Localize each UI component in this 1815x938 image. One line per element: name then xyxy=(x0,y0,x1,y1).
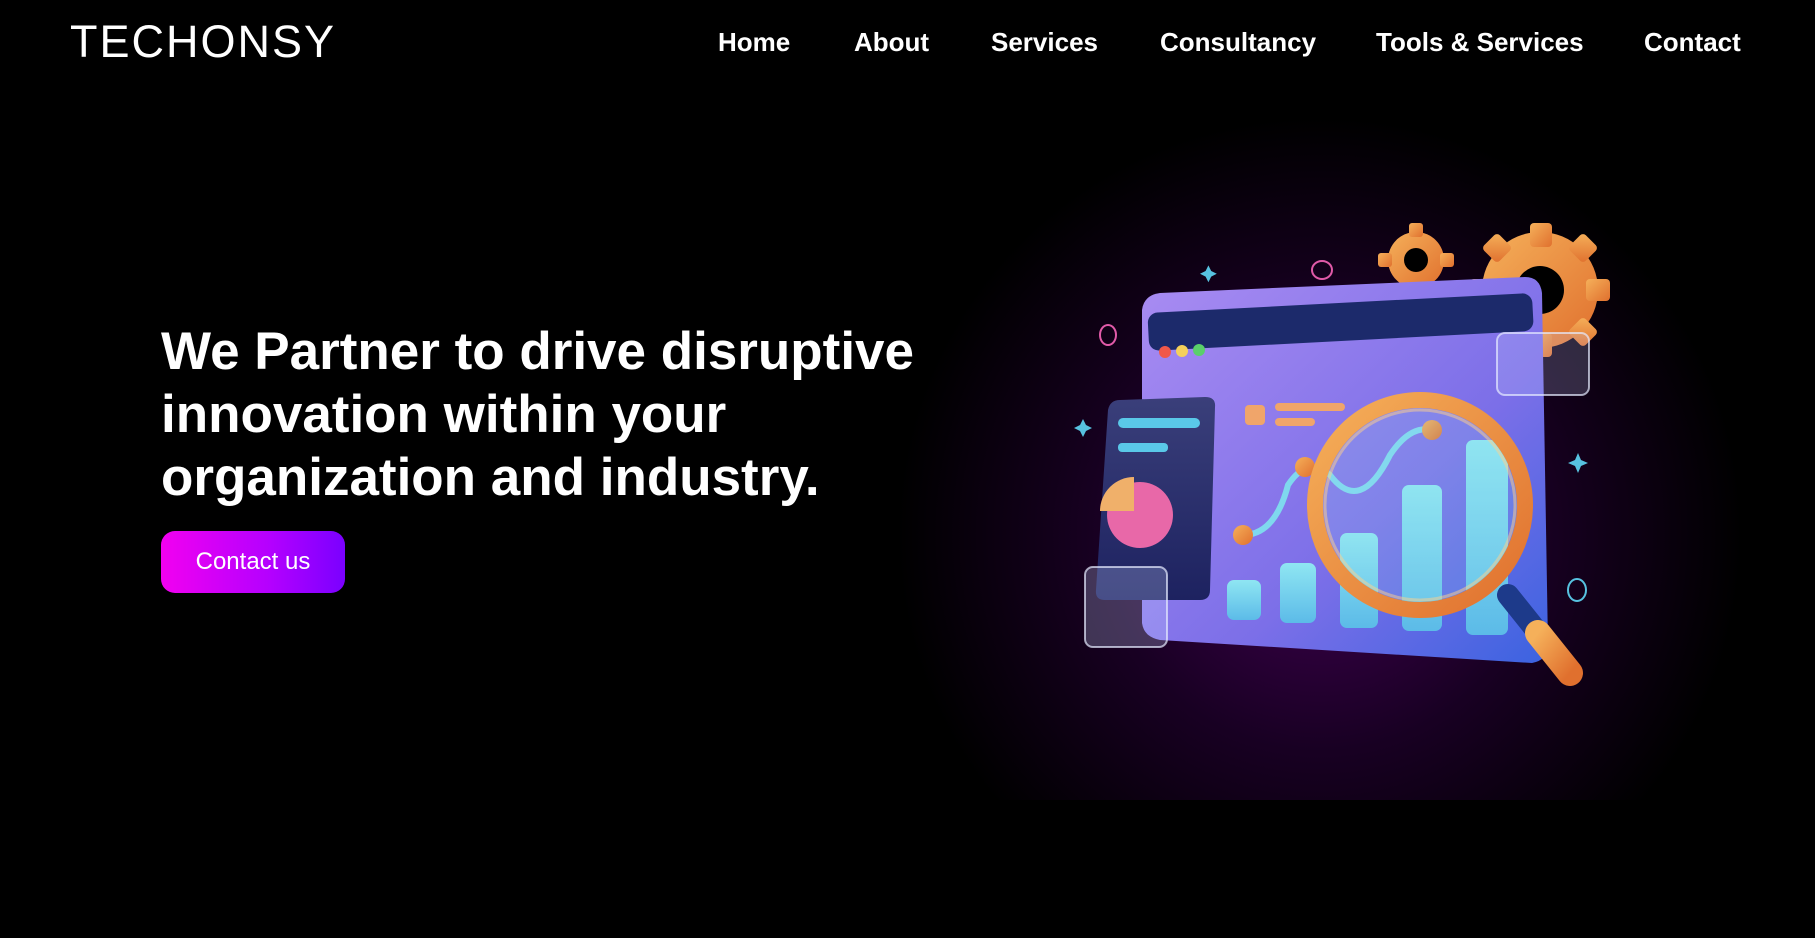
glass-card xyxy=(1496,332,1590,396)
analytics-illustration-icon xyxy=(1060,215,1620,695)
nav-item-about[interactable]: About xyxy=(854,24,929,60)
nav-item-services[interactable]: Services xyxy=(991,24,1098,60)
main-nav: Home About Services Consultancy Tools & … xyxy=(0,24,1815,60)
nav-item-tools-services[interactable]: Tools & Services xyxy=(1376,24,1584,60)
nav-item-home[interactable]: Home xyxy=(718,24,790,60)
nav-item-consultancy[interactable]: Consultancy xyxy=(1160,24,1316,60)
nav-item-contact[interactable]: Contact xyxy=(1644,24,1741,60)
contact-us-button[interactable]: Contact us xyxy=(161,531,345,593)
site-header: TECHONSY Home About Services Consultancy… xyxy=(0,0,1815,86)
